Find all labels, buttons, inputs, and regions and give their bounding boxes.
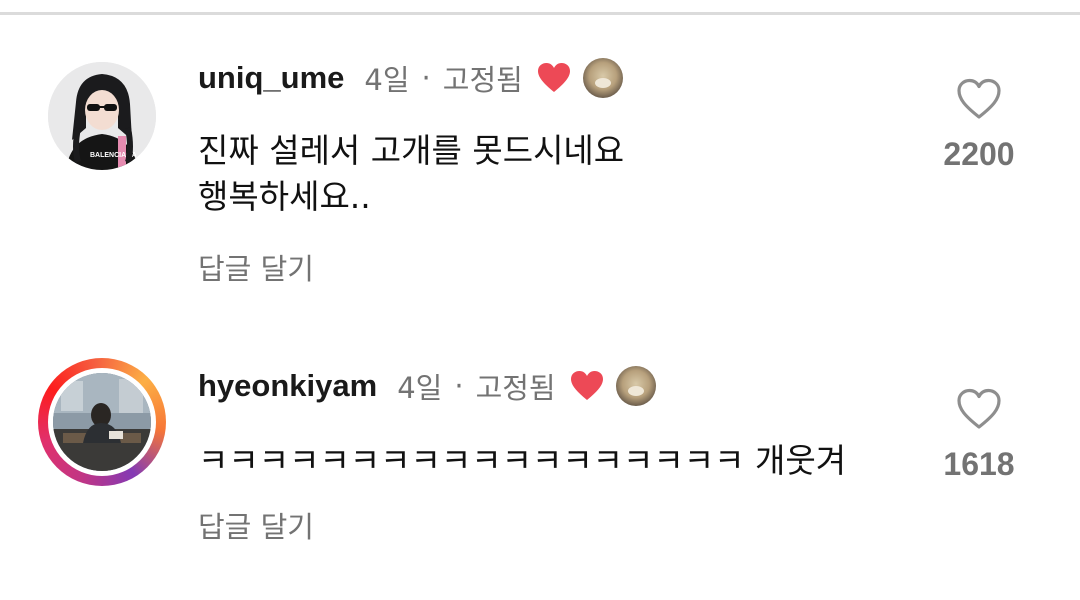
heart-filled-icon (570, 370, 604, 402)
pinned-label: 고정됨 (475, 371, 556, 405)
comment-text-line: ㅋㅋㅋㅋㅋㅋㅋㅋㅋㅋㅋㅋㅋㅋㅋㅋㅋㅋ 개웃겨 (198, 441, 847, 480)
username[interactable]: uniq_ume (198, 60, 344, 96)
profile-photo (53, 373, 151, 471)
separator: · (454, 369, 464, 403)
like-count: 1618 (943, 446, 1015, 482)
comment-item: BALENCIAGA uniq_ume 4일 · 고정됨 진짜 설레서 고개를 … (0, 0, 1080, 286)
heart-outline-icon[interactable] (956, 78, 1002, 120)
comment-text-line: 진짜 설레서 고개를 못드시네요 (198, 131, 625, 170)
creator-avatar (615, 366, 656, 406)
avatar (48, 368, 156, 476)
reply-button[interactable]: 답글 달기 (198, 504, 314, 546)
story-ring[interactable] (38, 358, 166, 486)
like-button[interactable]: 2200 (936, 78, 1022, 173)
comment-item: hyeonkiyam 4일 · 고정됨 ㅋㅋㅋㅋㅋㅋㅋㅋㅋㅋㅋㅋㅋㅋㅋㅋㅋㅋ 개… (0, 310, 1080, 570)
comment-text: 진짜 설레서 고개를 못드시네요 행복하세요.. (198, 128, 624, 220)
like-button[interactable]: 1618 (936, 388, 1022, 483)
separator: · (421, 61, 431, 95)
avatar[interactable]: BALENCIAGA (48, 62, 156, 170)
timestamp: 4일 (364, 63, 410, 97)
creator-avatar (582, 58, 623, 98)
like-count: 2200 (943, 136, 1015, 172)
username[interactable]: hyeonkiyam (198, 368, 377, 404)
heart-outline-icon[interactable] (956, 388, 1002, 430)
comment-text: ㅋㅋㅋㅋㅋㅋㅋㅋㅋㅋㅋㅋㅋㅋㅋㅋㅋㅋ 개웃겨 (198, 438, 846, 484)
timestamp: 4일 (397, 371, 443, 405)
comment-header: uniq_ume 4일 · 고정됨 (198, 58, 623, 98)
comment-text-line: 행복하세요.. (198, 177, 371, 216)
profile-photo: BALENCIAGA (48, 62, 156, 170)
heart-filled-icon (537, 62, 571, 94)
comment-header: hyeonkiyam 4일 · 고정됨 (198, 366, 656, 406)
pinned-label: 고정됨 (442, 63, 523, 97)
reply-button[interactable]: 답글 달기 (198, 246, 314, 288)
